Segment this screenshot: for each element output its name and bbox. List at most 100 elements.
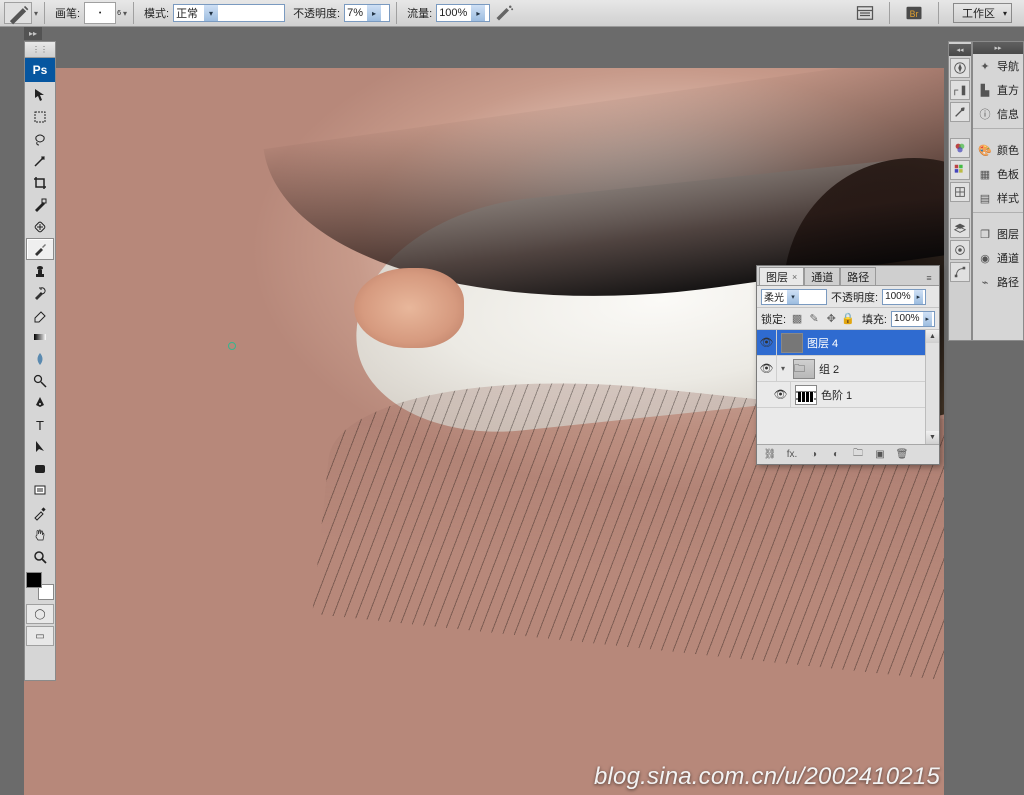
styles-tab[interactable]: ▤样式 <box>973 186 1023 210</box>
swatches-tab[interactable]: ▦色板 <box>973 162 1023 186</box>
slice-tool[interactable] <box>26 194 54 216</box>
lasso-tool[interactable] <box>26 128 54 150</box>
info-tab[interactable]: ⓘ信息 <box>973 102 1023 126</box>
quickmask-toggle[interactable]: ◯ <box>26 604 54 624</box>
group-disclosure-icon[interactable]: ▾ <box>777 364 789 373</box>
history-brush-tool[interactable] <box>26 282 54 304</box>
options-tab-icon[interactable] <box>950 102 970 122</box>
dock-toggle[interactable]: ▸▸ <box>973 42 1023 54</box>
airbrush-toggle[interactable] <box>494 3 514 23</box>
adjustment-thumb[interactable] <box>795 385 817 405</box>
opacity-input[interactable]: 7% ▸ <box>344 4 390 22</box>
move-tool[interactable] <box>26 84 54 106</box>
layer-item[interactable]: 👁 色阶 1 <box>757 382 939 408</box>
scroll-up-icon[interactable]: ▲ <box>926 330 939 343</box>
navigator-tab-icon[interactable] <box>950 58 970 78</box>
paths-icon: ⌁ <box>977 274 993 290</box>
crop-tool[interactable] <box>26 172 54 194</box>
layer-name[interactable]: 色阶 1 <box>821 387 852 403</box>
layer-name[interactable]: 图层 4 <box>807 335 838 351</box>
zoom-tool[interactable] <box>26 546 54 568</box>
eyedropper-tool[interactable] <box>26 502 54 524</box>
layers-tab-icon[interactable] <box>950 218 970 238</box>
lock-label: 锁定: <box>761 311 786 327</box>
lock-pixels-icon[interactable]: ✎ <box>807 312 821 325</box>
path-select-tool[interactable] <box>26 436 54 458</box>
lock-transparency-icon[interactable]: ▩ <box>790 312 804 325</box>
layer-item[interactable]: 👁 ▾ 🗀 组 2 <box>757 356 939 382</box>
panel-collapse-toggle[interactable]: ▸▸ <box>24 27 42 40</box>
tool-preset-picker[interactable] <box>4 2 32 24</box>
toolbox-grip[interactable]: ⋮⋮ <box>25 42 55 58</box>
brush-label: 画笔: <box>55 5 80 21</box>
panel-menu-icon[interactable]: ≡ <box>922 271 936 285</box>
paths-tab-icon[interactable] <box>950 262 970 282</box>
fg-color-swatch[interactable] <box>26 572 42 588</box>
dodge-tool[interactable] <box>26 370 54 392</box>
layer-list: 👁 图层 4 👁 ▾ 🗀 组 2 👁 色阶 1 ▲ ▼ <box>757 330 939 444</box>
stamp-tool[interactable] <box>26 260 54 282</box>
tab-label: 色板 <box>997 166 1019 182</box>
lock-all-icon[interactable]: 🔒 <box>841 312 855 325</box>
new-layer-icon[interactable]: ▣ <box>873 449 887 460</box>
visibility-toggle[interactable]: 👁 <box>757 356 777 381</box>
visibility-toggle[interactable]: 👁 <box>757 330 777 355</box>
blur-tool[interactable] <box>26 348 54 370</box>
bridge-icon[interactable]: Br <box>904 3 924 23</box>
dock-toggle[interactable]: ◂◂ <box>949 44 971 56</box>
color-tab[interactable]: 🎨颜色 <box>973 138 1023 162</box>
histogram-tab-icon[interactable] <box>950 80 970 100</box>
styles-tab-icon[interactable] <box>950 182 970 202</box>
tab-label: 图层 <box>997 226 1019 242</box>
hand-tool[interactable] <box>26 524 54 546</box>
layer-fx-icon[interactable]: fx. <box>785 449 799 460</box>
visibility-toggle[interactable]: 👁 <box>771 382 791 407</box>
gradient-tool[interactable] <box>26 326 54 348</box>
delete-layer-icon[interactable]: 🗑 <box>895 449 909 460</box>
link-layers-icon[interactable]: ⛓ <box>763 449 777 460</box>
layer-fill-input[interactable]: 100% ▸ <box>891 311 935 327</box>
lock-position-icon[interactable]: ✥ <box>824 312 838 325</box>
heal-tool[interactable] <box>26 216 54 238</box>
type-tool[interactable]: T <box>26 414 54 436</box>
new-group-icon[interactable]: 🗀 <box>851 446 865 463</box>
workspace-menu[interactable]: 工作区 <box>953 3 1012 23</box>
screenmode-toggle[interactable]: ▭ <box>26 626 54 646</box>
layer-opacity-input[interactable]: 100% ▸ <box>882 289 926 305</box>
layer-thumb[interactable] <box>781 333 803 353</box>
info-icon: ⓘ <box>977 106 993 122</box>
tab-channels[interactable]: 通道 <box>804 267 840 285</box>
wand-tool[interactable] <box>26 150 54 172</box>
eraser-tool[interactable] <box>26 304 54 326</box>
shape-tool[interactable] <box>26 458 54 480</box>
tab-layers[interactable]: 图层× <box>759 267 804 285</box>
flow-input[interactable]: 100% ▸ <box>436 4 490 22</box>
marquee-tool[interactable] <box>26 106 54 128</box>
file-browser-icon[interactable] <box>855 3 875 23</box>
fg-bg-color[interactable] <box>26 572 54 600</box>
photoshop-logo-icon[interactable]: Ps <box>25 58 55 82</box>
add-mask-icon[interactable]: ◑ <box>807 449 821 460</box>
group-thumb[interactable]: 🗀 <box>793 359 815 379</box>
brush-preset-picker[interactable]: • <box>84 2 116 24</box>
channels-tab[interactable]: ◉通道 <box>973 246 1023 270</box>
close-icon[interactable]: × <box>792 272 797 282</box>
pen-tool[interactable] <box>26 392 54 414</box>
channels-tab-icon[interactable] <box>950 240 970 260</box>
notes-tool[interactable] <box>26 480 54 502</box>
new-adjustment-icon[interactable]: ◐ <box>829 449 843 460</box>
histogram-tab[interactable]: ▙直方 <box>973 78 1023 102</box>
blend-mode-select[interactable]: 正常 ▾ <box>173 4 285 22</box>
layer-name[interactable]: 组 2 <box>819 361 839 377</box>
layers-tab[interactable]: ❐图层 <box>973 222 1023 246</box>
paths-tab[interactable]: ⌁路径 <box>973 270 1023 294</box>
navigator-tab[interactable]: ✦导航 <box>973 54 1023 78</box>
layer-item[interactable]: 👁 图层 4 <box>757 330 939 356</box>
brush-tool[interactable] <box>26 238 54 260</box>
swatches-tab-icon[interactable] <box>950 160 970 180</box>
scrollbar[interactable]: ▲ ▼ <box>925 330 939 444</box>
layer-blend-select[interactable]: 柔光 ▾ <box>761 289 827 305</box>
color-tab-icon[interactable] <box>950 138 970 158</box>
scroll-down-icon[interactable]: ▼ <box>926 431 939 444</box>
tab-paths[interactable]: 路径 <box>840 267 876 285</box>
